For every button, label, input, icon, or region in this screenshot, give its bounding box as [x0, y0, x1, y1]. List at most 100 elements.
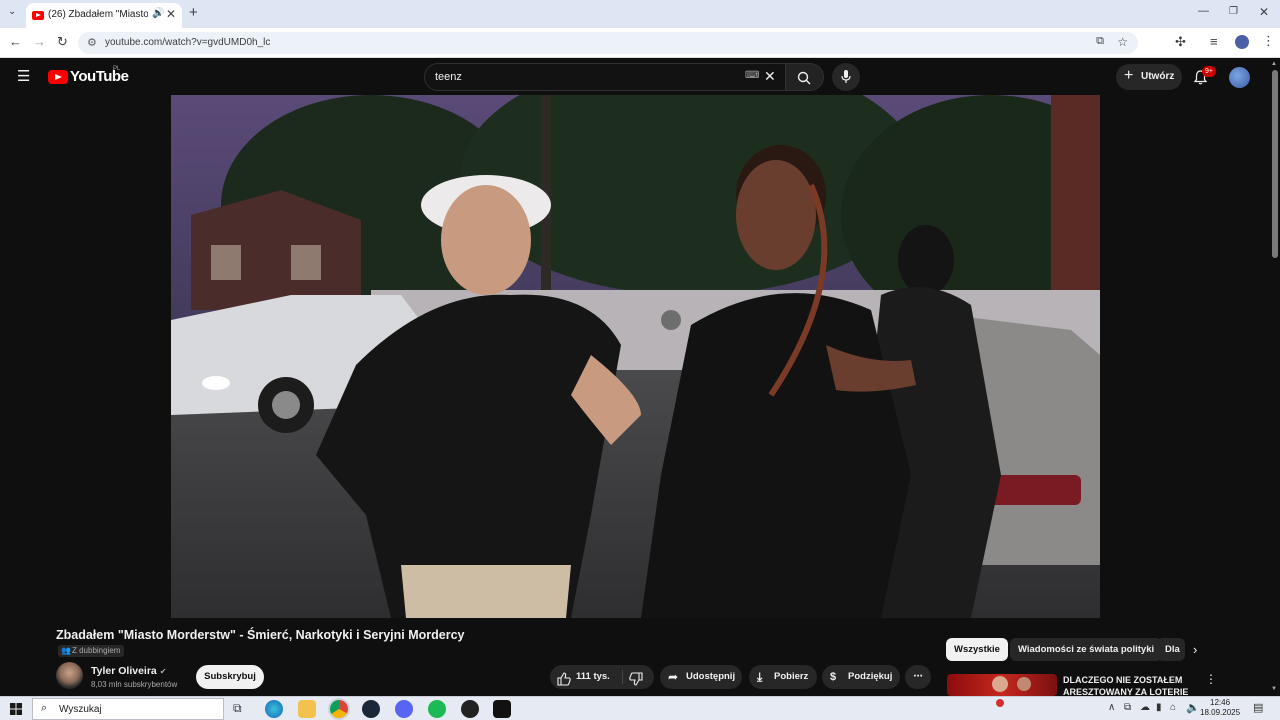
tray-overflow-icon[interactable]: ∧ — [1108, 702, 1115, 713]
search-query: teenz — [435, 71, 462, 83]
browser-tab-bar: ⌄ (26) Zbadałem "Miasto Mo 🔊 ✕ + — ❐ ✕ — [0, 0, 1280, 28]
create-label: Utwórz — [1141, 71, 1175, 82]
chip-for-you[interactable]: Dla — [1157, 638, 1185, 661]
onedrive-icon[interactable]: ☁ — [1140, 702, 1150, 713]
terminal-app-icon[interactable] — [493, 700, 511, 718]
scroll-up-icon[interactable]: ▲ — [1271, 61, 1277, 67]
search-icon — [797, 71, 811, 85]
recommendation-title[interactable]: DLACZEGO NIE ZOSTAŁEM ARESZTOWANY ZA LOT… — [1063, 674, 1193, 698]
like-count: 111 tys. — [576, 671, 610, 682]
create-button[interactable]: + Utwórz — [1116, 64, 1182, 90]
thumbnail-face — [992, 676, 1008, 692]
channel-name-text: Tyler Oliveira — [91, 665, 157, 677]
video-frame — [171, 95, 1100, 618]
thumbs-up-icon — [557, 670, 571, 694]
scroll-down-icon[interactable]: ▼ — [1271, 686, 1277, 692]
share-button[interactable]: ➦ Udostępnij — [660, 665, 742, 689]
network-icon[interactable]: ⌂ — [1170, 702, 1176, 713]
more-actions-button[interactable]: ⋯ — [905, 665, 931, 689]
keyboard-icon[interactable]: ⌨ — [745, 70, 759, 81]
thumbs-down-icon[interactable] — [629, 670, 643, 694]
screen: ⌄ (26) Zbadałem "Miasto Mo 🔊 ✕ + — ❐ ✕ ←… — [0, 0, 1280, 720]
plus-icon: + — [1124, 67, 1134, 84]
notifications-badge: 9+ — [1202, 66, 1216, 77]
share-label: Udostępnij — [686, 671, 736, 682]
channel-name[interactable]: Tyler Oliveira ✔ — [91, 665, 166, 677]
spotify-icon[interactable] — [428, 700, 446, 718]
edge-icon[interactable] — [265, 700, 283, 718]
notification-center-icon[interactable]: ▤ — [1253, 701, 1263, 714]
tab-search-chevron-icon[interactable]: ⌄ — [8, 6, 16, 17]
dubbing-badge: 👥 Z dubbingiem — [58, 645, 125, 657]
taskbar-search-label: Wyszukaj — [59, 704, 102, 715]
verified-icon: ✔ — [159, 667, 167, 676]
download-button[interactable]: ⤓ Pobierz — [749, 665, 817, 689]
back-icon[interactable]: ← — [9, 34, 22, 49]
tray-app-icon[interactable]: ⧉ — [1124, 702, 1131, 713]
forward-icon[interactable]: → — [33, 34, 46, 49]
dubbing-label: Z dubbingiem — [72, 646, 121, 655]
people-icon: 👥 — [61, 646, 71, 655]
channel-avatar[interactable] — [56, 662, 83, 689]
chrome-icon[interactable] — [330, 700, 348, 718]
audio-playing-icon[interactable]: 🔊 — [152, 8, 164, 19]
search-input[interactable]: teenz ⌨ ✕ — [424, 63, 786, 91]
taskbar-search-input[interactable]: ⌕ Wyszukaj — [32, 698, 224, 720]
file-explorer-icon[interactable] — [298, 700, 316, 718]
tab-title: (26) Zbadałem "Miasto Mo — [48, 9, 148, 20]
system-clock[interactable]: 12:46 18.09.2025 — [1200, 698, 1240, 718]
account-avatar[interactable] — [1229, 67, 1250, 88]
extensions-icon[interactable]: ✣ — [1175, 34, 1186, 50]
thumbnail-face — [1017, 677, 1031, 691]
browser-tab-youtube[interactable]: (26) Zbadałem "Miasto Mo 🔊 ✕ — [26, 3, 182, 28]
site-info-icon[interactable]: ⚙ — [87, 36, 97, 49]
taskbar-search-icon: ⌕ — [41, 702, 48, 714]
super-thanks-icon: $ — [830, 671, 837, 683]
browser-menu-icon[interactable]: ⋮ — [1262, 33, 1275, 49]
microphone-icon — [841, 70, 851, 83]
share-arrow-icon: ➦ — [668, 670, 679, 684]
media-controls-icon[interactable]: ≡ — [1210, 34, 1218, 49]
video-player[interactable] — [171, 95, 1100, 618]
video-title: Zbadałem "Miasto Morderstw" - Śmierć, Na… — [56, 628, 465, 642]
search-button[interactable] — [786, 63, 824, 91]
youtube-header: ☰ YouTube PL teenz ⌨ ✕ + Utwórz 9+ — [0, 58, 1280, 96]
profile-icon[interactable] — [1235, 35, 1249, 49]
clock-date: 18.09.2025 — [1200, 708, 1241, 717]
subscribe-button[interactable]: Subskrybuj — [196, 665, 264, 689]
minimize-window-icon[interactable]: — — [1198, 5, 1209, 17]
close-window-icon[interactable]: ✕ — [1259, 5, 1269, 19]
thanks-label: Podziękuj — [848, 671, 893, 682]
windows-start-icon[interactable] — [10, 703, 22, 715]
volume-icon[interactable]: 🔈 — [1186, 701, 1200, 714]
usb-icon[interactable]: ▮ — [1156, 702, 1162, 713]
discord-icon[interactable] — [395, 700, 413, 718]
restore-window-icon[interactable]: ❐ — [1229, 6, 1238, 17]
voice-search-button[interactable] — [832, 63, 860, 91]
new-tab-button[interactable]: + — [189, 4, 198, 21]
thanks-button[interactable]: $ Podziękuj — [822, 665, 900, 689]
hamburger-menu-icon[interactable]: ☰ — [17, 67, 30, 85]
task-view-icon[interactable]: ⧉ — [233, 701, 242, 716]
game-app-icon[interactable] — [461, 700, 479, 718]
chips-next-icon[interactable]: › — [1193, 642, 1197, 657]
youtube-logo-icon[interactable] — [48, 70, 68, 84]
chip-politics[interactable]: Wiadomości ze świata polityki — [1010, 638, 1163, 661]
steam-icon[interactable] — [362, 700, 380, 718]
bookmark-star-icon[interactable]: ☆ — [1117, 35, 1128, 49]
browser-toolbar: ← → ↻ ⚙ youtube.com/watch?v=gvdUMD0h_lc … — [0, 28, 1280, 58]
clear-search-icon[interactable]: ✕ — [764, 68, 776, 85]
subscriber-count: 8,03 mln subskrybentów — [91, 680, 178, 689]
install-app-icon[interactable]: ⧉ — [1096, 35, 1104, 48]
tab-close-icon[interactable]: ✕ — [166, 7, 176, 21]
windows-taskbar: ⌕ Wyszukaj ⧉ ∧ ⧉ ☁ ▮ ⌂ 🔈 12:46 18.09.202… — [0, 696, 1280, 720]
address-bar[interactable]: ⚙ youtube.com/watch?v=gvdUMD0h_lc ⧉ ☆ — [78, 32, 1138, 54]
reload-icon[interactable]: ↻ — [57, 34, 68, 50]
like-button[interactable]: 111 tys. — [550, 665, 620, 689]
tray-notification-badge — [996, 699, 1004, 707]
url-text: youtube.com/watch?v=gvdUMD0h_lc — [105, 37, 271, 48]
chip-all[interactable]: Wszystkie — [946, 638, 1008, 661]
recommendation-thumbnail[interactable] — [947, 674, 1057, 696]
scrollbar-thumb[interactable] — [1272, 70, 1278, 258]
recommendation-menu-icon[interactable]: ⋮ — [1205, 672, 1217, 686]
